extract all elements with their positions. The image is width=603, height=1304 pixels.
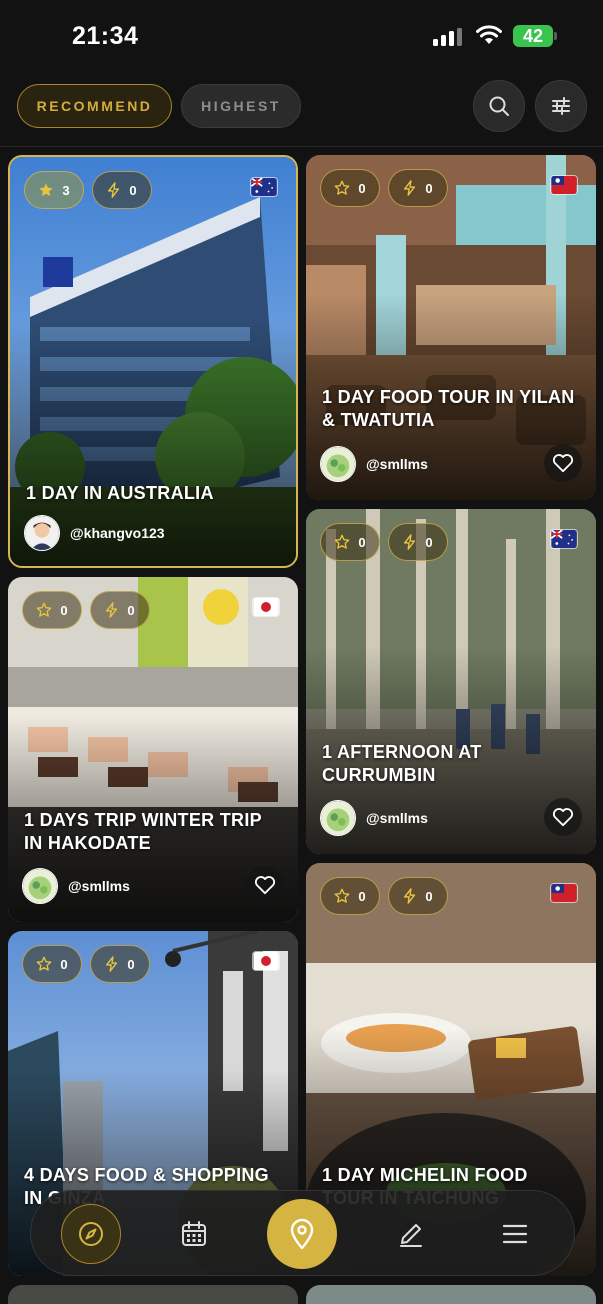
status-bar: 21:34 42	[0, 0, 603, 72]
star-count-badge[interactable]: 0	[320, 877, 380, 915]
calendar-icon	[182, 1221, 206, 1246]
like-button[interactable]	[544, 798, 582, 836]
card-title: 1 DAYS TRIP WINTER TRIP IN HAKODATE	[24, 810, 262, 853]
wifi-icon	[476, 25, 502, 44]
search-button[interactable]	[473, 80, 525, 132]
battery-indicator: 42	[513, 25, 557, 47]
filter-button[interactable]	[535, 80, 587, 132]
filter-sliders-icon	[552, 97, 570, 115]
battery-level: 42	[522, 26, 544, 46]
heart-icon	[552, 454, 574, 473]
star-count-badge[interactable]: 3	[24, 171, 84, 209]
bolt-count-badge[interactable]: 0	[388, 523, 448, 561]
bolt-count-badge[interactable]: 0	[388, 877, 448, 915]
star-icon	[39, 183, 54, 197]
star-icon	[335, 534, 350, 549]
trip-card[interactable]: 0 0 1 DAY FOOD TOUR IN YILAN & TWATUTIA …	[306, 155, 596, 500]
nav-explore[interactable]	[59, 1191, 123, 1277]
map-pin-icon	[290, 1218, 314, 1250]
trip-card[interactable]: 0 0 1 AFTERNOON AT CURRUMBIN @smllms	[306, 509, 596, 854]
menu-icon	[502, 1224, 528, 1244]
japan-flag-icon	[252, 951, 280, 971]
nav-calendar[interactable]	[166, 1191, 222, 1277]
star-count-badge[interactable]: 0	[320, 169, 380, 207]
card-title: 1 AFTERNOON AT CURRUMBIN	[322, 742, 482, 785]
card-title: 1 DAY FOOD TOUR IN YILAN & TWATUTIA	[322, 387, 575, 430]
compass-icon	[79, 1222, 103, 1246]
card-author[interactable]: @smllms	[320, 446, 428, 482]
search-icon	[489, 96, 509, 116]
trip-card[interactable]	[8, 1285, 298, 1304]
trip-card[interactable]: 3 0 1 DAY IN AUSTRALIA @khangvo123	[8, 155, 298, 568]
trip-card[interactable]	[306, 1285, 596, 1304]
heart-icon	[552, 808, 574, 827]
nav-write[interactable]	[383, 1191, 439, 1277]
avatar	[24, 515, 60, 551]
avatar	[320, 446, 356, 482]
star-icon	[37, 602, 52, 617]
australia-flag-icon	[550, 529, 578, 549]
status-time: 21:34	[72, 22, 139, 50]
star-count-badge[interactable]: 0	[22, 591, 82, 629]
bolt-count-badge[interactable]: 0	[92, 171, 152, 209]
bolt-count-badge[interactable]: 0	[90, 945, 150, 983]
bolt-count-badge[interactable]: 0	[90, 591, 150, 629]
nav-menu[interactable]	[487, 1191, 543, 1277]
lightning-icon	[106, 956, 118, 972]
avatar	[320, 800, 356, 836]
like-button[interactable]	[246, 866, 284, 904]
lightning-icon	[108, 182, 120, 198]
star-icon	[335, 888, 350, 903]
card-author[interactable]: @smllms	[320, 800, 428, 836]
bolt-count-badge[interactable]: 0	[388, 169, 448, 207]
lightning-icon	[404, 180, 416, 196]
feed-header: RECOMMEND HIGHEST	[0, 80, 603, 136]
bottom-navigation	[30, 1190, 575, 1276]
card-title: 1 DAY IN AUSTRALIA	[26, 483, 214, 503]
pencil-icon	[400, 1224, 422, 1247]
lightning-icon	[404, 888, 416, 904]
japan-flag-icon	[252, 597, 280, 617]
nav-map[interactable]	[266, 1191, 338, 1277]
avatar	[22, 868, 58, 904]
star-icon	[335, 180, 350, 195]
lightning-icon	[106, 602, 118, 618]
taiwan-flag-icon	[550, 883, 578, 903]
star-count-badge[interactable]: 0	[22, 945, 82, 983]
lightning-icon	[404, 534, 416, 550]
header-divider	[0, 146, 603, 147]
taiwan-flag-icon	[550, 175, 578, 195]
star-count-badge[interactable]: 0	[320, 523, 380, 561]
card-author[interactable]: @smllms	[22, 868, 130, 904]
trip-card[interactable]: 0 0 1 DAYS TRIP WINTER TRIP IN HAKODATE …	[8, 577, 298, 922]
card-author[interactable]: @khangvo123	[24, 515, 165, 551]
australia-flag-icon	[250, 177, 278, 197]
heart-icon	[254, 876, 276, 895]
star-icon	[37, 956, 52, 971]
tab-highest[interactable]: HIGHEST	[181, 84, 301, 128]
tab-recommend[interactable]: RECOMMEND	[17, 84, 172, 128]
like-button[interactable]	[544, 444, 582, 482]
cellular-signal-icon	[433, 28, 462, 46]
